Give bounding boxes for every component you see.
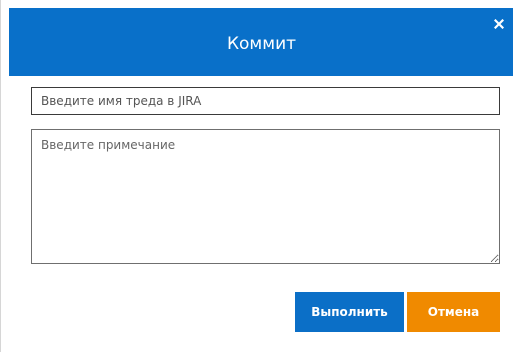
note-textarea[interactable] xyxy=(31,129,500,264)
dialog-header: Коммит xyxy=(9,8,513,76)
jira-thread-input[interactable] xyxy=(31,87,500,115)
cancel-button[interactable]: Отмена xyxy=(407,292,500,332)
close-button[interactable] xyxy=(491,16,507,32)
dialog-title: Коммит xyxy=(226,34,297,54)
submit-button[interactable]: Выполнить xyxy=(295,292,404,332)
commit-dialog: Коммит Выполнить Отмена xyxy=(0,0,513,352)
close-icon xyxy=(494,19,504,29)
